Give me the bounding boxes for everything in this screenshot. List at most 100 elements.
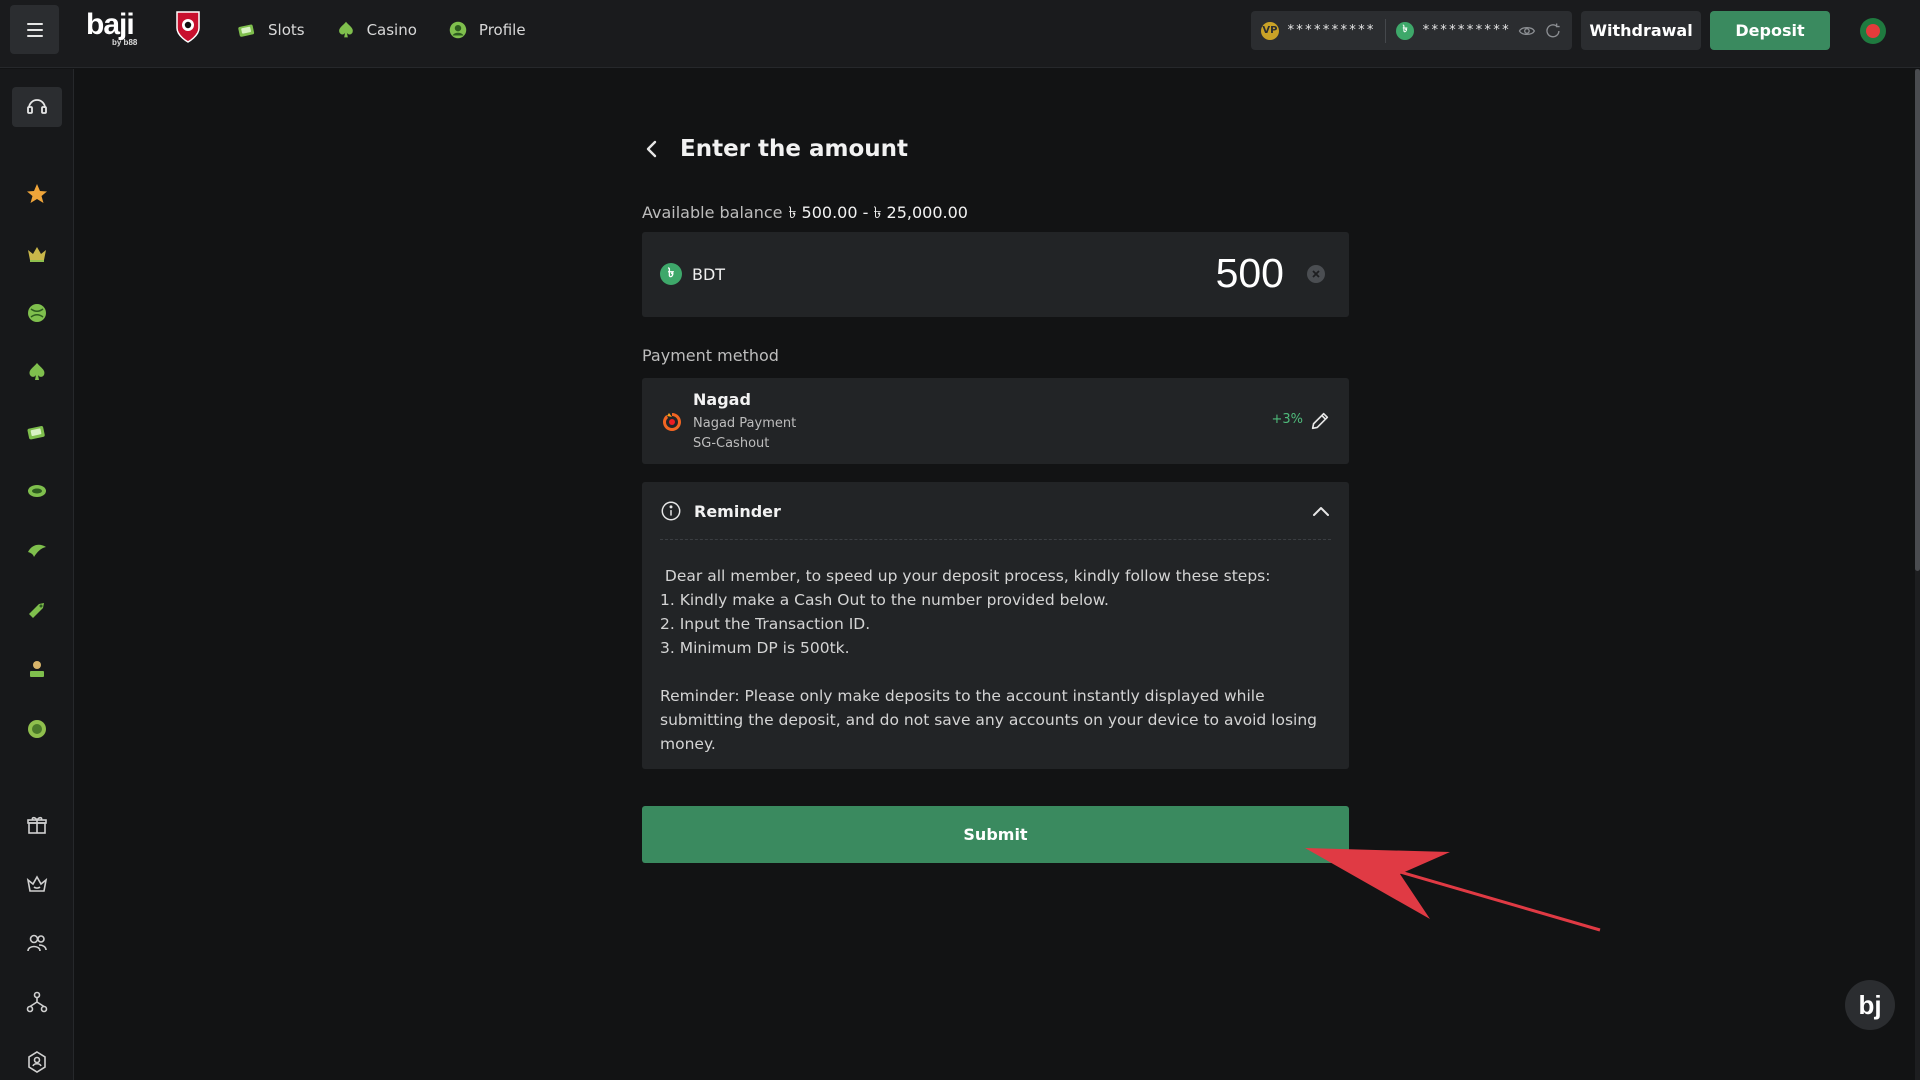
wallet-balance-bar: VP ********** ৳ ********** — [1251, 11, 1572, 50]
wallet-divider — [1385, 18, 1387, 43]
currency-display: ৳ BDT — [660, 263, 725, 285]
title-row: Enter the amount — [642, 136, 908, 162]
sidebar-item-lottery[interactable] — [0, 649, 74, 689]
sidebar-item-vip-club[interactable] — [0, 864, 74, 904]
sidebar — [0, 69, 74, 1080]
logo-subtext: by b88 — [112, 38, 138, 47]
sports-ball-icon — [28, 304, 46, 322]
sidebar-item-esports[interactable] — [0, 709, 74, 749]
reminder-line: 1. Kindly make a Cash Out to the number … — [660, 591, 1109, 609]
reminder-panel: Reminder Dear all member, to speed up yo… — [642, 482, 1349, 769]
affiliate-icon — [26, 991, 48, 1013]
bdt-currency-icon: ৳ — [660, 263, 682, 285]
payment-bonus-badge: +3% — [1271, 412, 1303, 427]
fishing-icon — [28, 544, 46, 557]
nav-casino-label: Casino — [366, 21, 417, 39]
menu-icon[interactable] — [10, 5, 59, 54]
page-title: Enter the amount — [680, 136, 909, 162]
nav-slots[interactable]: Slots — [236, 16, 305, 44]
currency-code: BDT — [692, 264, 726, 284]
clear-amount-button[interactable] — [1307, 265, 1325, 283]
nav-profile-label: Profile — [478, 21, 526, 39]
arcade-icon — [29, 603, 44, 618]
referral-icon — [27, 934, 47, 952]
refresh-icon[interactable] — [1544, 22, 1562, 40]
sidebar-item-referral[interactable] — [0, 923, 74, 963]
submit-button[interactable]: Submit — [642, 806, 1349, 863]
sidebar-item-sports[interactable] — [0, 293, 74, 333]
bdt-balance-value: ********** — [1422, 23, 1511, 38]
sidebar-item-table[interactable] — [0, 471, 74, 511]
sidebar-item-ambassador[interactable] — [0, 1042, 74, 1080]
payment-method-name: Nagad — [693, 390, 751, 409]
brand-ambassador-icon — [28, 1051, 46, 1073]
close-icon — [1312, 270, 1320, 278]
gift-icon — [27, 816, 47, 834]
amount-value[interactable]: 500 — [1216, 250, 1284, 297]
available-balance: Available balance ৳ 500.00 - ৳ 25,000.00 — [642, 200, 968, 227]
avatar[interactable] — [1860, 18, 1886, 44]
payment-method-channel: SG-Cashout — [693, 436, 770, 451]
top-bar: baji by b88 Slots Casino Profile VP ****… — [0, 0, 1920, 68]
profile-icon — [449, 21, 467, 39]
live-chat-button[interactable]: bj — [1845, 980, 1895, 1030]
flag-icon — [1866, 24, 1880, 38]
sidebar-item-promotions[interactable] — [0, 805, 74, 845]
sidebar-item-support[interactable] — [0, 87, 74, 127]
vip-crown-icon — [26, 875, 48, 892]
scrollbar-thumb[interactable] — [1915, 69, 1920, 571]
sidebar-item-casino[interactable] — [0, 352, 74, 392]
reminder-line: 3. Minimum DP is 500tk. — [660, 639, 850, 657]
nav-slots-label: Slots — [268, 21, 305, 39]
available-balance-range: ৳ 500.00 - ৳ 25,000.00 — [788, 203, 968, 222]
slots-icon — [27, 426, 45, 440]
amount-input[interactable]: ৳ BDT 500 — [642, 232, 1349, 317]
sidebar-item-fishing[interactable] — [0, 530, 74, 570]
sidebar-item-vip[interactable] — [0, 234, 74, 274]
casino-icon — [338, 21, 353, 38]
club-crest-icon[interactable] — [174, 10, 202, 44]
esports-icon — [28, 720, 46, 738]
nagad-logo-icon — [663, 413, 681, 431]
reminder-divider — [660, 539, 1331, 540]
back-button[interactable] — [642, 139, 662, 159]
withdrawal-button[interactable]: Withdrawal — [1581, 11, 1701, 50]
reminder-body: Dear all member, to speed up your deposi… — [660, 564, 1340, 756]
chevron-left-icon — [646, 140, 657, 158]
chevron-up-icon[interactable] — [1311, 502, 1331, 522]
reminder-title: Reminder — [694, 501, 781, 521]
brand-logo[interactable]: baji by b88 — [86, 8, 142, 50]
support-icon — [27, 99, 47, 114]
sidebar-item-slots[interactable] — [0, 412, 74, 452]
sidebar-item-affiliate[interactable] — [0, 982, 74, 1022]
pencil-icon[interactable] — [1309, 410, 1331, 432]
reminder-note: Reminder: Please only make deposits to t… — [660, 687, 1318, 753]
casino-spade-icon — [29, 363, 45, 380]
page-scrollbar[interactable] — [1915, 69, 1920, 1080]
table-games-icon — [28, 485, 46, 497]
vip-points-value: ********** — [1286, 23, 1376, 38]
annotation-arrow-icon — [1305, 848, 1601, 932]
reminder-line: 2. Input the Transaction ID. — [660, 615, 871, 633]
payment-method-type: Nagad Payment — [693, 416, 797, 431]
reminder-header[interactable]: Reminder — [660, 500, 781, 522]
available-balance-label: Available balance — [642, 203, 783, 222]
crown-icon — [28, 247, 46, 262]
deposit-button[interactable]: Deposit — [1710, 11, 1830, 50]
sidebar-item-favourites[interactable] — [0, 174, 74, 214]
nav-profile[interactable]: Profile — [447, 16, 526, 44]
eye-icon[interactable] — [1518, 22, 1536, 40]
sidebar-item-arcade[interactable] — [0, 590, 74, 630]
logo-text: baji — [86, 8, 135, 41]
top-nav: Slots Casino Profile — [236, 16, 526, 44]
star-icon — [27, 184, 47, 203]
info-icon — [661, 501, 681, 521]
lottery-icon — [30, 661, 44, 677]
reminder-line: Dear all member, to speed up your deposi… — [660, 567, 1271, 585]
payment-method-label: Payment method — [642, 346, 779, 365]
reminder-spacer — [660, 660, 1340, 684]
bdt-currency-icon: ৳ — [1396, 21, 1414, 40]
vip-points-icon: VP — [1261, 21, 1279, 40]
nav-casino[interactable]: Casino — [335, 16, 417, 44]
payment-method-card[interactable]: Nagad Nagad Payment SG-Cashout +3% — [642, 378, 1349, 464]
